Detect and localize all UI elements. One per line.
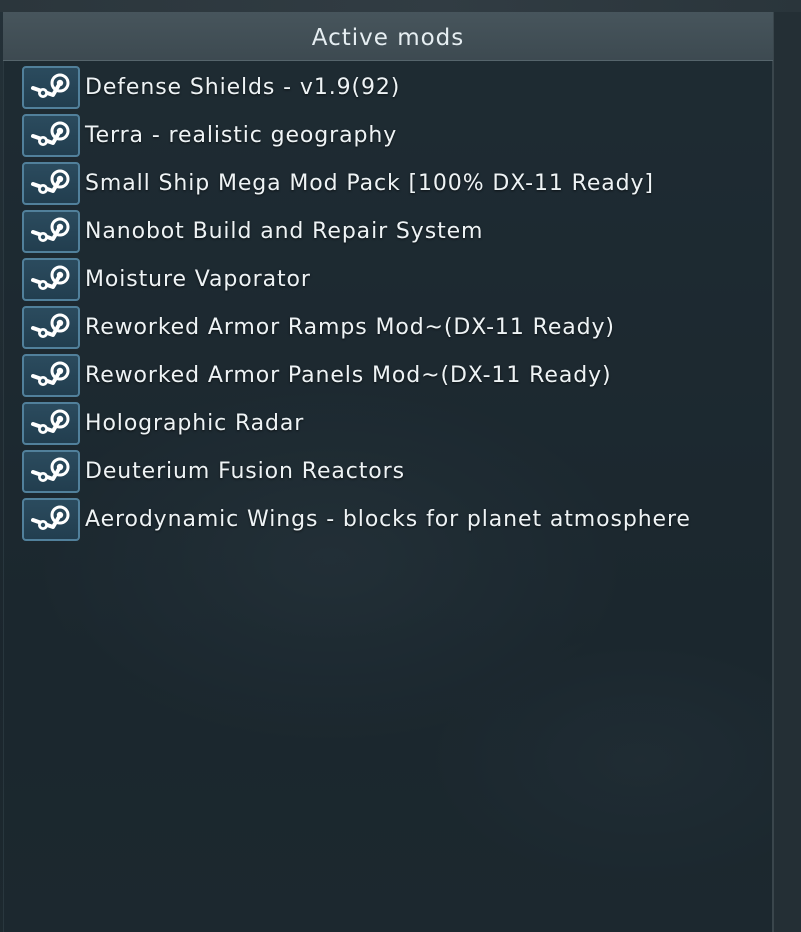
mod-list-item[interactable]: Small Ship Mega Mod Pack [100% DX-11 Rea… [22,159,770,207]
mod-name: Defense Shields - v1.9(92) [85,74,401,100]
mod-name: Nanobot Build and Repair System [85,218,484,244]
mods-screen: Active mods Defense Shields - v1.9(92) T… [0,0,801,932]
steam-icon [22,353,80,397]
mod-name: Deuterium Fusion Reactors [85,458,405,484]
steam-icon [22,209,80,253]
steam-icon [22,449,80,493]
mod-name: Reworked Armor Panels Mod~(DX-11 Ready) [85,362,612,388]
steam-icon [22,161,80,205]
mod-name: Aerodynamic Wings - blocks for planet at… [85,506,691,532]
mod-list-item[interactable]: Reworked Armor Panels Mod~(DX-11 Ready) [22,351,770,399]
mod-list-item[interactable]: Reworked Armor Ramps Mod~(DX-11 Ready) [22,303,770,351]
mod-name: Small Ship Mega Mod Pack [100% DX-11 Rea… [85,170,654,196]
mod-list-item[interactable]: Aerodynamic Wings - blocks for planet at… [22,495,770,543]
top-strip [0,0,801,12]
active-mods-header: Active mods [3,12,773,61]
active-mods-list: Defense Shields - v1.9(92) Terra - reali… [22,63,770,543]
mod-list-item[interactable]: Deuterium Fusion Reactors [22,447,770,495]
mod-list-item[interactable]: Defense Shields - v1.9(92) [22,63,770,111]
mod-list-item[interactable]: Moisture Vaporator [22,255,770,303]
adjacent-panel-edge [772,12,801,932]
steam-icon [22,305,80,349]
mod-name: Moisture Vaporator [85,266,311,292]
mod-name: Reworked Armor Ramps Mod~(DX-11 Ready) [85,314,615,340]
mod-list-item[interactable]: Terra - realistic geography [22,111,770,159]
mod-name: Terra - realistic geography [85,122,398,148]
steam-icon [22,497,80,541]
mod-list-item[interactable]: Holographic Radar [22,399,770,447]
mod-name: Holographic Radar [85,410,305,436]
panel-title: Active mods [311,25,465,51]
steam-icon [22,113,80,157]
steam-icon [22,257,80,301]
mod-list-item[interactable]: Nanobot Build and Repair System [22,207,770,255]
steam-icon [22,401,80,445]
steam-icon [22,65,80,109]
